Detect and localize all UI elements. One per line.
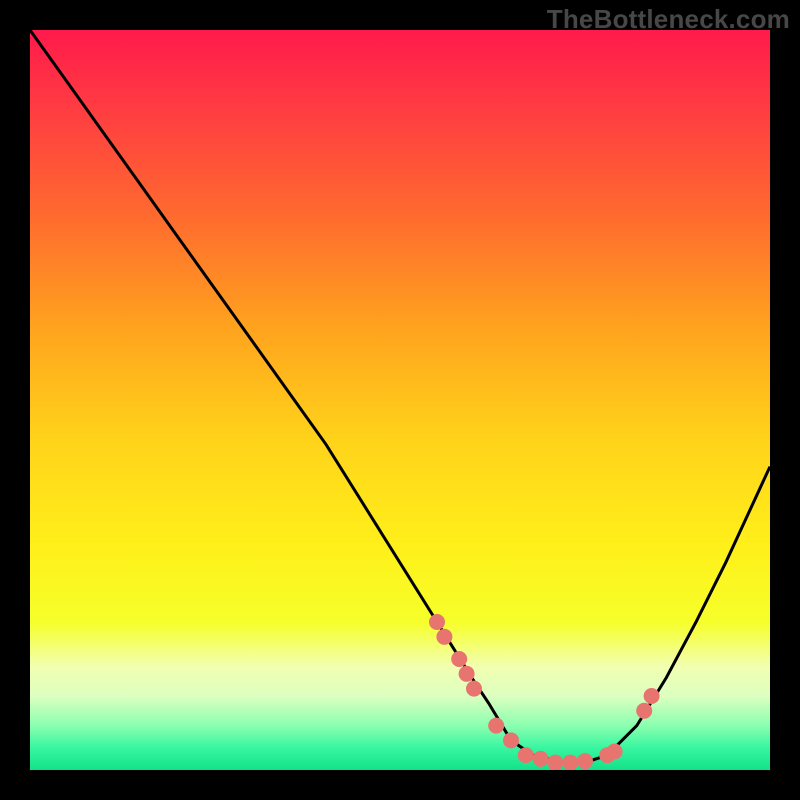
watermark-text: TheBottleneck.com bbox=[547, 4, 790, 35]
data-marker bbox=[466, 681, 482, 697]
chart-svg bbox=[30, 30, 770, 770]
data-marker bbox=[429, 614, 445, 630]
data-marker bbox=[459, 666, 475, 682]
data-marker bbox=[503, 732, 519, 748]
data-marker bbox=[562, 755, 578, 770]
data-marker bbox=[518, 747, 534, 763]
data-marker bbox=[644, 688, 660, 704]
data-marker bbox=[451, 651, 467, 667]
gradient-background bbox=[30, 30, 770, 770]
data-marker bbox=[577, 753, 593, 769]
data-marker bbox=[488, 718, 504, 734]
data-marker bbox=[533, 751, 549, 767]
data-marker bbox=[436, 629, 452, 645]
plot-area bbox=[30, 30, 770, 770]
data-marker bbox=[547, 755, 563, 770]
chart-container: TheBottleneck.com bbox=[0, 0, 800, 800]
data-marker bbox=[636, 703, 652, 719]
data-marker bbox=[607, 744, 623, 760]
